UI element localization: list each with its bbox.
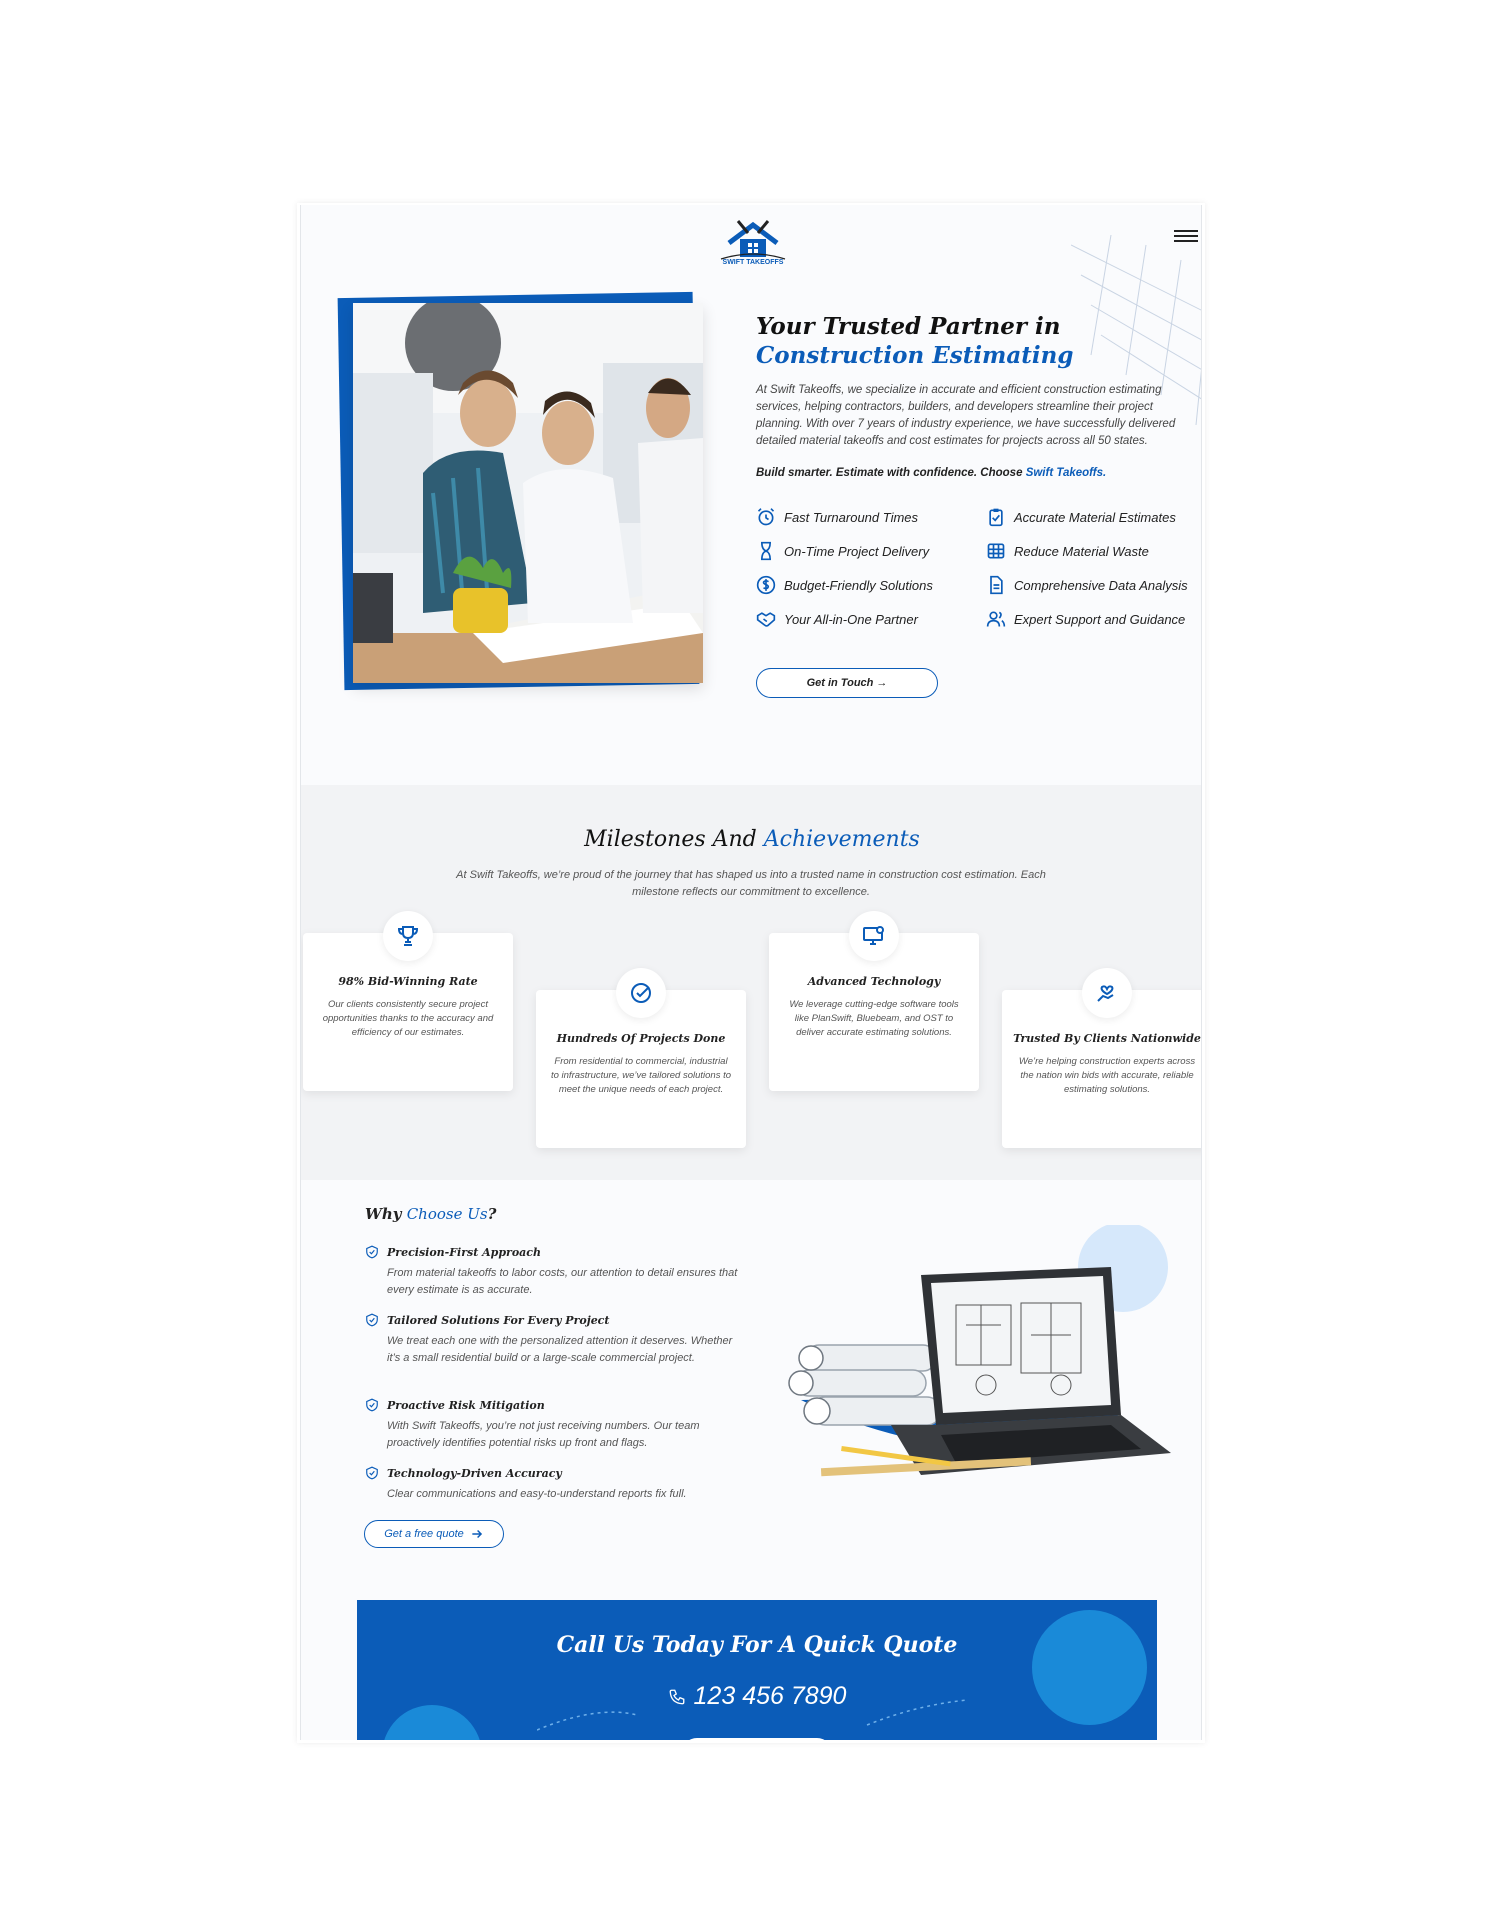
why-item-text: With Swift Takeoffs, you’re not just rec… — [387, 1420, 700, 1449]
milestone-card: Hundreds Of Projects Done From residenti… — [536, 968, 746, 1148]
hero-tagline: Build smarter. Estimate with confidence.… — [756, 467, 1106, 479]
laptop-blueprints-illustration — [788, 1225, 1171, 1477]
why-item-text: Clear communications and easy-to-underst… — [387, 1488, 687, 1500]
get-in-touch-button[interactable]: Get in Touch → — [756, 668, 938, 698]
milestone-icon-wrap — [1082, 968, 1132, 1018]
milestone-icon-wrap — [616, 968, 666, 1018]
phone-number: 123 456 7890 — [693, 1682, 847, 1710]
dollar-circle-icon — [756, 575, 776, 595]
cta-button[interactable] — [682, 1738, 832, 1740]
hand-heart-icon — [1097, 985, 1114, 1002]
document-icon — [990, 575, 1003, 595]
hero-tagline-brand: Swift Takeoffs. — [1025, 467, 1107, 479]
milestone-text: We leverage cutting-edge software tools … — [789, 999, 959, 1038]
feature-label: Your All-in-One Partner — [784, 611, 918, 627]
why-item: Technology-Driven Accuracy Clear communi… — [365, 1466, 745, 1503]
trophy-icon — [397, 926, 419, 946]
milestone-title: Trusted By Clients Nationwide — [1013, 1032, 1201, 1045]
phone-link[interactable]: 123 456 7890 — [357, 1682, 1157, 1711]
why-title-accent: Choose Us — [406, 1205, 488, 1223]
why-title-end: ? — [487, 1205, 497, 1223]
feature-label: Budget-Friendly Solutions — [784, 577, 933, 593]
why-item: Precision-First Approach From material t… — [365, 1245, 745, 1299]
feature-label: Accurate Material Estimates — [1014, 509, 1176, 525]
why-item: Tailored Solutions For Every Project We … — [365, 1313, 745, 1367]
shield-check-icon — [366, 1313, 378, 1327]
check-circle-icon — [631, 983, 651, 1003]
milestone-title: Hundreds Of Projects Done — [556, 1032, 726, 1045]
feature-item: Fast Turnaround Times — [756, 507, 918, 527]
milestones-title-accent: Achievements — [763, 827, 920, 852]
milestone-title: Advanced Technology — [807, 975, 941, 988]
hero-tagline-text: Build smarter. Estimate with confidence.… — [756, 467, 1023, 479]
milestone-text: Our clients consistently secure project … — [322, 999, 494, 1038]
hero-title: Your Trusted Partner in Construction Est… — [756, 312, 1073, 370]
call-to-action-banner: Call Us Today For A Quick Quote 123 456 … — [357, 1600, 1157, 1740]
why-item-head: Precision-First Approach — [365, 1245, 745, 1259]
why-item-title: Tailored Solutions For Every Project — [387, 1313, 610, 1327]
milestones-title: Milestones And Achievements — [301, 827, 1201, 852]
shield-check-icon — [366, 1466, 378, 1480]
feature-label: Comprehensive Data Analysis — [1014, 577, 1188, 593]
hero-title-line1: Your Trusted Partner in — [756, 313, 1061, 340]
hourglass-icon — [761, 541, 771, 561]
clipboard-check-icon — [989, 508, 1003, 527]
milestones-subtitle: At Swift Takeoffs, we’re proud of the jo… — [456, 869, 1046, 898]
why-item-head: Proactive Risk Mitigation — [365, 1398, 745, 1412]
feature-label: Fast Turnaround Times — [784, 509, 919, 525]
alarm-clock-icon — [757, 508, 775, 526]
get-free-quote-button[interactable]: Get a free quote — [364, 1520, 504, 1548]
feature-label: Reduce Material Waste — [1014, 543, 1149, 559]
why-item-head: Tailored Solutions For Every Project — [365, 1313, 745, 1327]
feature-label: On-Time Project Delivery — [784, 543, 930, 559]
why-item-title: Proactive Risk Mitigation — [387, 1398, 545, 1412]
feature-item: Budget-Friendly Solutions — [756, 575, 933, 595]
brand-logo[interactable]: SWIFT TAKEOFFS — [713, 213, 793, 275]
milestone-card: 98% Bid-Winning Rate Our clients consist… — [303, 911, 513, 1091]
website-screenshot: SWIFT TAKEOFFS Your Trusted Partner in C… — [300, 205, 1202, 1740]
hero-team-photo — [353, 303, 703, 683]
feature-item: Your All-in-One Partner — [756, 609, 918, 629]
shield-check-icon — [366, 1245, 378, 1259]
why-item-title: Precision-First Approach — [387, 1245, 541, 1259]
phone-icon — [669, 1689, 684, 1704]
why-title: Why Choose Us? — [365, 1205, 496, 1223]
why-item: Proactive Risk Mitigation With Swift Tak… — [365, 1398, 745, 1452]
shield-check-icon — [366, 1398, 378, 1412]
milestone-title: 98% Bid-Winning Rate — [338, 975, 478, 988]
grid-icon — [987, 543, 1005, 559]
why-title-text: Why — [365, 1205, 402, 1223]
monitor-gear-icon — [863, 926, 884, 945]
milestone-text: We’re helping construction experts acros… — [1018, 1056, 1196, 1095]
users-icon — [986, 611, 1006, 627]
feature-item: Comprehensive Data Analysis — [986, 575, 1188, 595]
milestone-icon-wrap — [383, 911, 433, 961]
arrow-right-icon — [472, 1529, 482, 1539]
why-item-text: We treat each one with the personalized … — [387, 1335, 733, 1364]
why-item-text: From material takeoffs to labor costs, o… — [387, 1267, 738, 1296]
milestones-section: Milestones And Achievements At Swift Tak… — [301, 785, 1201, 1180]
handshake-icon — [756, 612, 776, 627]
feature-item: Reduce Material Waste — [986, 541, 1149, 561]
why-item-title: Technology-Driven Accuracy — [387, 1466, 562, 1480]
milestone-icon-wrap — [849, 911, 899, 961]
brand-name: SWIFT TAKEOFFS — [722, 259, 784, 266]
cta-title: Call Us Today For A Quick Quote — [556, 1632, 958, 1658]
hero-description: At Swift Takeoffs, we specialize in accu… — [756, 384, 1176, 447]
feature-item: On-Time Project Delivery — [756, 541, 929, 561]
why-item-head: Technology-Driven Accuracy — [365, 1466, 745, 1480]
hero-title-line2: Construction Estimating — [756, 342, 1074, 369]
feature-item: Expert Support and Guidance — [986, 609, 1185, 629]
milestone-text: From residential to commercial, industri… — [550, 1056, 732, 1095]
feature-item: Accurate Material Estimates — [986, 507, 1176, 527]
house-tools-icon — [720, 220, 786, 260]
milestones-title-text: Milestones And — [584, 827, 757, 852]
milestone-card: Trusted By Clients Nationwide We’re help… — [1002, 968, 1201, 1148]
get-free-quote-label: Get a free quote — [384, 1528, 464, 1540]
feature-label: Expert Support and Guidance — [1014, 611, 1186, 627]
milestone-card: Advanced Technology We leverage cutting-… — [769, 911, 979, 1091]
